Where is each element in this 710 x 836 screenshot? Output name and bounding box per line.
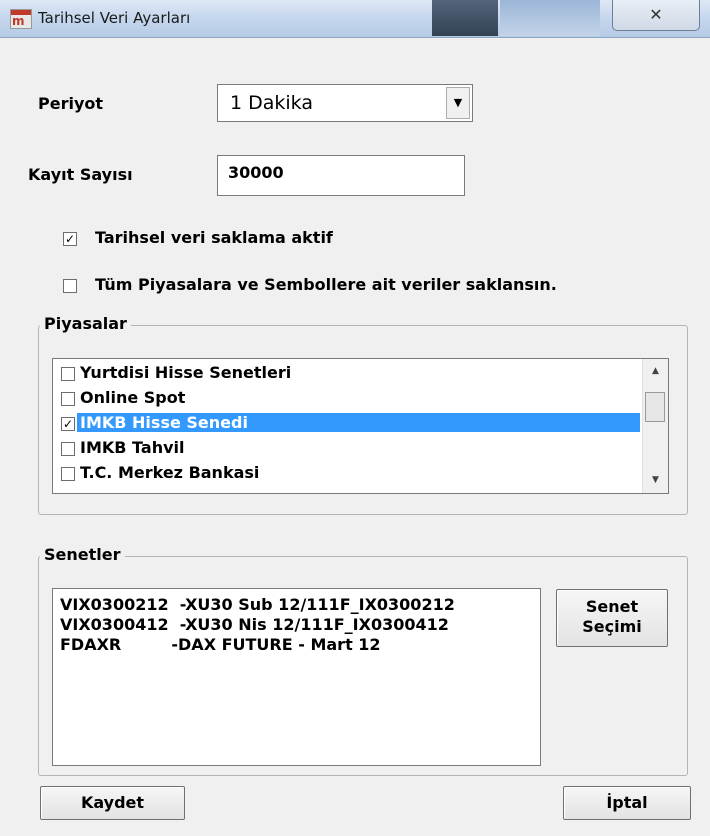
save-button[interactable]: Kaydet (40, 786, 185, 820)
scroll-up-icon[interactable]: ▲ (643, 366, 668, 376)
list-item-checkbox[interactable] (61, 392, 75, 406)
list-item-checkbox[interactable] (61, 467, 75, 481)
senet-secimi-button[interactable]: Senet Seçimi (556, 589, 668, 647)
piyasalar-list[interactable]: Yurtdisi Hisse Senetleri Online Spot ✓ IMKB… (52, 358, 669, 494)
list-item[interactable]: VIX0300212 -XU30 Sub 12/111F_IX0300212 (60, 595, 455, 614)
senetler-group-title: Senetler (40, 545, 125, 564)
list-item-label: Yurtdisi Hisse Senetleri (80, 363, 292, 382)
title-bar[interactable]: m Tarihsel Veri Ayarları ✕ (0, 0, 710, 38)
kayit-sayisi-input[interactable] (226, 162, 460, 183)
list-item[interactable]: ✓ IMKB Hisse Senedi (53, 411, 641, 436)
list-item-checkbox[interactable]: ✓ (61, 417, 75, 431)
senet-secimi-label-line1: Senet (585, 597, 639, 616)
scroll-thumb[interactable] (645, 392, 665, 422)
chevron-down-icon[interactable]: ▼ (446, 87, 470, 119)
piyasalar-group-title: Piyasalar (40, 314, 131, 333)
list-item-checkbox[interactable] (61, 442, 75, 456)
list-item-label: IMKB Hisse Senedi (77, 413, 640, 432)
senetler-list[interactable]: VIX0300212 -XU30 Sub 12/111F_IX0300212 V… (52, 588, 541, 766)
tum-piyasalar-checkbox-label[interactable]: Tüm Piyasalara ve Sembollere ait veriler… (95, 275, 557, 294)
senet-secimi-label-line2: Seçimi (582, 617, 642, 636)
app-icon: m (10, 9, 32, 29)
window-title: Tarihsel Veri Ayarları (38, 9, 191, 27)
titlebar-glass-region (500, 0, 600, 36)
list-item[interactable]: Yurtdisi Hisse Senetleri (53, 361, 641, 386)
list-item[interactable]: T.C. Merkez Bankasi (53, 461, 641, 486)
periyot-label: Periyot (38, 94, 104, 113)
aktif-checkbox-label[interactable]: Tarihsel veri saklama aktif (95, 228, 333, 247)
list-item[interactable]: IMKB Tahvil (53, 436, 641, 461)
close-icon: ✕ (649, 5, 663, 24)
list-item-checkbox[interactable] (61, 367, 75, 381)
list-item-label: IMKB Tahvil (80, 438, 185, 457)
kayit-sayisi-field[interactable] (217, 155, 465, 196)
list-item[interactable]: Online Spot (53, 386, 641, 411)
list-item-label: Online Spot (80, 388, 186, 407)
list-scrollbar[interactable]: ▲ ▼ (642, 359, 668, 493)
list-item-label: T.C. Merkez Bankasi (80, 463, 260, 482)
aktif-checkbox[interactable]: ✓ (63, 232, 77, 246)
periyot-select[interactable]: 1 Dakika ▼ (217, 84, 473, 122)
titlebar-glass-region (432, 0, 498, 36)
scroll-down-icon[interactable]: ▼ (643, 475, 668, 485)
list-item[interactable]: VIX0300412 -XU30 Nis 12/111F_IX0300412 (60, 615, 449, 634)
cancel-button[interactable]: İptal (563, 786, 691, 820)
list-item[interactable]: FDAXR -DAX FUTURE - Mart 12 (60, 635, 381, 654)
close-button[interactable]: ✕ (612, 0, 700, 31)
tum-piyasalar-checkbox[interactable] (63, 279, 77, 293)
kayit-sayisi-label: Kayıt Sayısı (28, 165, 133, 184)
periyot-selected-value: 1 Dakika (230, 92, 313, 114)
